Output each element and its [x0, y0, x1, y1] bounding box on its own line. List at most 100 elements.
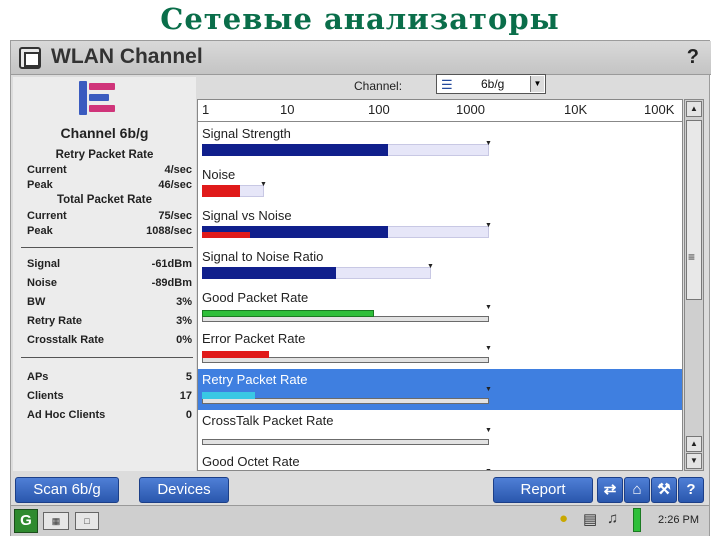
task-grid-icon[interactable]: ▦	[43, 512, 69, 530]
wlan-logo-icon	[79, 81, 119, 115]
speaker-icon[interactable]: ♫	[607, 510, 618, 527]
stat-value: 0	[185, 409, 192, 421]
scan-button[interactable]: Scan 6b/g	[15, 477, 119, 503]
scroll-up-arrow-icon[interactable]: ▲	[686, 436, 702, 452]
stat-value: 3%	[176, 296, 192, 308]
access-point-icon: ☰	[441, 77, 453, 92]
metric-row[interactable]: Signal vs Noise ▼	[198, 205, 682, 246]
stat-label: BW	[27, 296, 46, 308]
help-icon[interactable]: ?	[678, 477, 704, 503]
stat-label: Clients	[27, 390, 64, 402]
scale-tick: 10K	[564, 102, 588, 117]
stat-crosstalk-rate: Crosstalk Rate 0%	[27, 334, 192, 348]
peak-marker-icon: ▼	[485, 345, 492, 352]
peak-marker-icon: ▼	[427, 263, 434, 270]
peak-marker-icon: ▼	[260, 181, 267, 188]
stat-label: Ad Hoc Clients	[27, 409, 106, 421]
graph-scrollbar[interactable]: ▲ ≡ ▲ ▼	[684, 99, 704, 471]
metric-row[interactable]: Signal Strength ▼	[198, 123, 682, 164]
stat-signal: Signal -61dBm	[27, 258, 192, 272]
peak-marker-icon: ▼	[485, 386, 492, 393]
scale-tick: 10	[280, 102, 295, 117]
tools-icon[interactable]: ⚒	[651, 477, 677, 503]
scale-tick: 100	[368, 102, 390, 117]
metrics-graph: 1 10 100 1000 10K 100K Signal Strength ▼ N…	[197, 99, 683, 471]
app-window-icon	[19, 47, 41, 69]
metric-label: Error Packet Rate	[202, 331, 306, 346]
stat-retry-rate: Retry Rate 3%	[27, 315, 192, 329]
metric-row[interactable]: Noise ▼	[198, 164, 682, 205]
metric-secondary-bar	[202, 232, 250, 238]
metric-label: CrossTalk Packet Rate	[202, 413, 334, 428]
peak-marker-icon: ▼	[485, 427, 492, 434]
stat-retry-current: Current 4/sec	[27, 164, 192, 178]
stat-label: Peak	[27, 179, 53, 191]
home-icon[interactable]: ⌂	[624, 477, 650, 503]
stat-adhoc-clients: Ad Hoc Clients 0	[27, 409, 192, 423]
metric-row[interactable]: CrossTalk Packet Rate ▼	[198, 410, 682, 451]
clipboard-icon[interactable]: ▤	[583, 510, 597, 528]
metric-level-bar	[202, 351, 269, 358]
battery-icon	[633, 508, 641, 532]
channel-summary-panel: Channel 6b/g Retry Packet Rate Current 4…	[13, 77, 196, 471]
metric-level-bar	[202, 310, 374, 317]
metric-row[interactable]: Good Octet Rate ▼	[198, 451, 682, 470]
stat-value: 5	[185, 371, 192, 383]
metric-label: Good Packet Rate	[202, 290, 309, 305]
chevron-down-icon[interactable]: ▼	[530, 76, 544, 92]
divider	[21, 247, 193, 248]
peak-marker-icon: ▼	[485, 140, 492, 147]
total-packet-rate-header: Total Packet Rate	[56, 194, 152, 206]
scale-tick: 1000	[456, 102, 485, 117]
metric-row[interactable]: Signal to Noise Ratio ▼	[198, 246, 682, 287]
metric-row[interactable]: Error Packet Rate ▼	[198, 328, 682, 369]
stat-label: Current	[27, 164, 67, 176]
peak-marker-icon: ▼	[485, 222, 492, 229]
scroll-grip-icon: ≡	[688, 250, 696, 264]
metric-row[interactable]: Retry Packet Rate ▼	[198, 369, 682, 410]
channel-select[interactable]: ☰ 6b/g ▼	[436, 74, 546, 94]
clock: 2:26 PM	[658, 514, 699, 526]
wlan-channel-window: WLAN Channel ? Channel 6b/g Retry Packet…	[10, 40, 711, 536]
stat-value: 3%	[176, 315, 192, 327]
stat-label: Noise	[27, 277, 57, 289]
channel-label: Channel:	[354, 79, 403, 93]
scroll-up-arrow-icon[interactable]: ▲	[686, 101, 702, 117]
help-glyph: ?	[686, 46, 699, 68]
retry-packet-rate-header: Retry Packet Rate	[55, 149, 154, 161]
metric-level-bar	[202, 267, 336, 279]
metric-level-bar	[202, 392, 255, 399]
divider	[21, 357, 193, 358]
help-pointer-icon[interactable]: ?	[687, 46, 699, 69]
stat-value: 46/sec	[158, 179, 192, 191]
switch-view-icon[interactable]: ⇄	[597, 477, 623, 503]
scale-tick: 1	[202, 102, 210, 117]
scroll-down-arrow-icon[interactable]: ▼	[686, 453, 702, 469]
start-logo-icon[interactable]: G	[14, 509, 38, 533]
stat-bw: BW 3%	[27, 296, 192, 310]
peak-marker-icon: ▼	[485, 304, 492, 311]
devices-button[interactable]: Devices	[139, 477, 229, 503]
stat-aps: APs 5	[27, 371, 192, 385]
scroll-thumb[interactable]	[686, 120, 702, 300]
stat-clients: Clients 17	[27, 390, 192, 404]
network-status-icon[interactable]: ●	[559, 510, 568, 527]
metric-row[interactable]: Good Packet Rate ▼	[198, 287, 682, 328]
slide-title: Сетевые анализаторы	[160, 2, 560, 36]
stat-value: 4/sec	[164, 164, 192, 176]
stat-label: Signal	[27, 258, 61, 270]
stat-value: 0%	[176, 334, 192, 346]
stat-value: 75/sec	[158, 210, 192, 222]
report-button[interactable]: Report	[493, 477, 593, 503]
stat-value: -89dBm	[151, 277, 192, 289]
metric-label: Signal vs Noise	[202, 208, 292, 223]
task-window-icon[interactable]: □	[75, 512, 99, 530]
stat-value: 1088/sec	[146, 225, 192, 237]
window-title: WLAN Channel	[51, 45, 203, 68]
stat-label: Crosstalk Rate	[27, 334, 105, 346]
metric-label: Good Octet Rate	[202, 454, 300, 469]
metric-label: Noise	[202, 167, 236, 182]
stat-label: Retry Rate	[27, 315, 83, 327]
stat-value: 17	[179, 390, 192, 402]
channel-select-value: 6b/g	[481, 77, 505, 91]
